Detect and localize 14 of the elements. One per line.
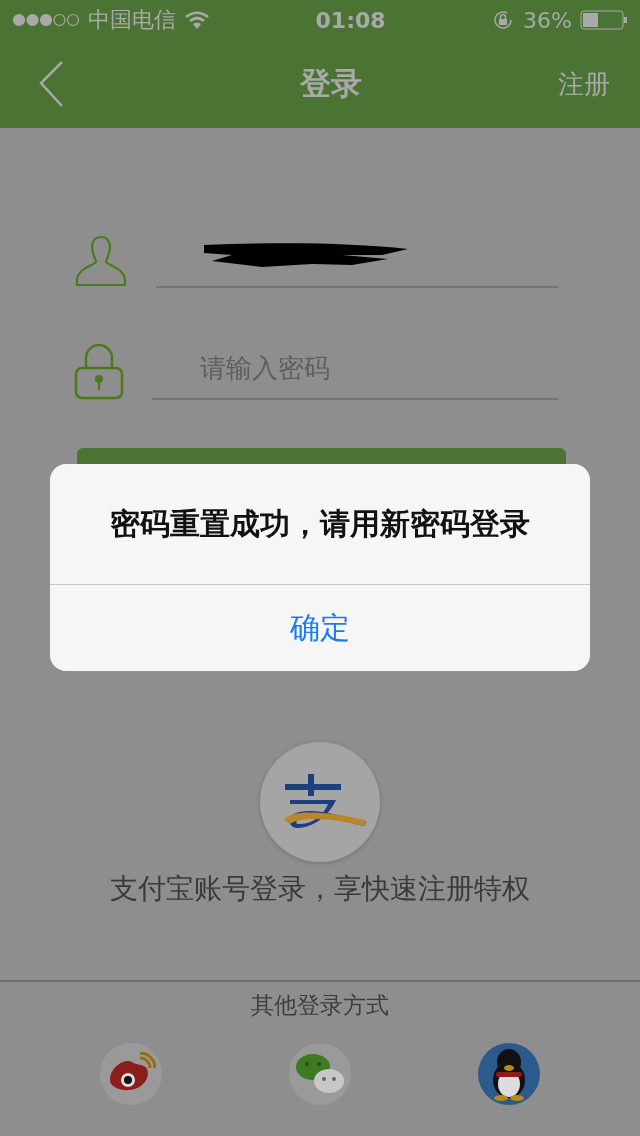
other-login-title: 其他登录方式	[251, 991, 389, 1020]
padlock-icon	[74, 344, 124, 400]
page-title: 登录	[298, 64, 363, 103]
clock-time: 01:08	[315, 7, 386, 33]
carrier-name: 中国电信	[88, 6, 176, 34]
battery-percent: 36%	[523, 7, 572, 33]
battery-icon	[580, 10, 628, 30]
register-link[interactable]: 注册	[558, 66, 610, 102]
user-icon	[74, 234, 128, 288]
alipay-caption: 支付宝账号登录，享快速注册特权	[110, 871, 530, 907]
alert-message: 密码重置成功，请用新密码登录	[110, 504, 530, 543]
wifi-icon	[184, 10, 210, 30]
confirm-button[interactable]: 确定	[50, 585, 590, 671]
signal-icon	[12, 13, 80, 27]
